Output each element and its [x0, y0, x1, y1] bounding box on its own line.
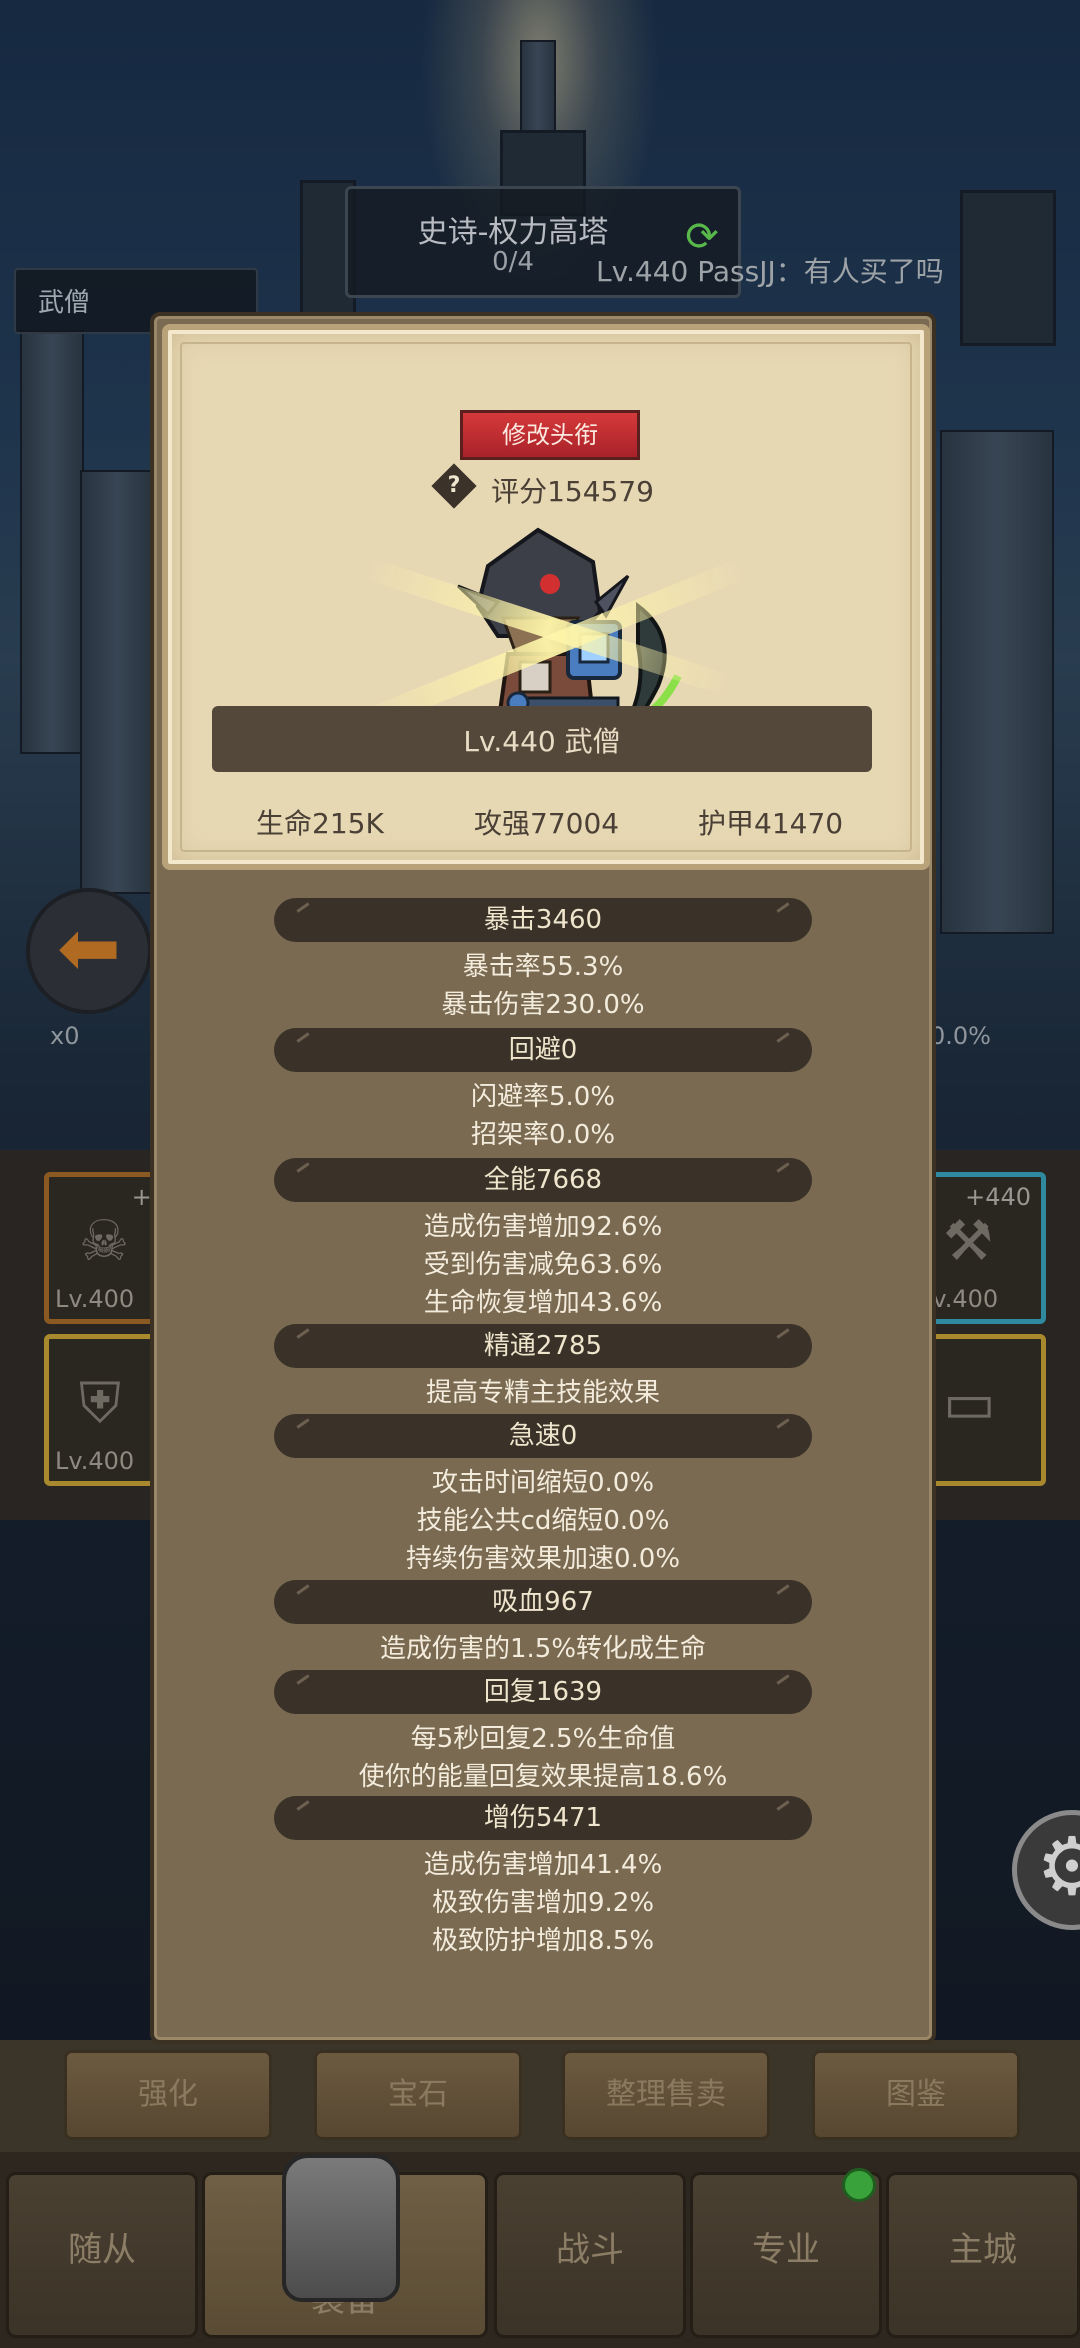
- stat-attack: 攻强77004: [474, 807, 620, 840]
- section-line: 招架率0.0%: [470, 1120, 616, 1150]
- section-line: 攻击时间缩短0.0%: [431, 1468, 655, 1498]
- section-regen-header: 回复1639: [274, 1670, 812, 1714]
- stat-hp: 生命215K: [256, 807, 384, 840]
- slot-plus: +440: [965, 1183, 1031, 1211]
- section-haste-header: 急速0: [274, 1414, 812, 1458]
- section-dodge-header: 回避0: [274, 1028, 812, 1072]
- section-damage-boost-header: 增伤5471: [274, 1796, 812, 1840]
- section-mastery-header: 精通2785: [274, 1324, 812, 1368]
- chest-armor-icon: [282, 2154, 400, 2302]
- section-line: 每5秒回复2.5%生命值: [410, 1724, 676, 1754]
- help-icon[interactable]: ?: [431, 463, 477, 509]
- section-line: 造成伤害的1.5%转化成生命: [379, 1634, 707, 1664]
- gem-button[interactable]: 宝石: [314, 2050, 522, 2140]
- section-versatility-header: 全能7668: [274, 1158, 812, 1202]
- notification-dot: [842, 2168, 876, 2202]
- back-arrow-icon[interactable]: ⬅: [26, 888, 152, 1014]
- section-line: 闪避率5.0%: [470, 1082, 616, 1112]
- section-line: 极致防护增加8.5%: [431, 1926, 655, 1956]
- dungeon-title: 史诗-权力高塔: [417, 215, 609, 250]
- enhance-button[interactable]: 强化: [64, 2050, 272, 2140]
- chat-message[interactable]: Lv.440 PassJJ：有人买了吗: [596, 250, 944, 290]
- score-text: 评分154579: [491, 475, 654, 508]
- codex-button[interactable]: 图鉴: [812, 2050, 1020, 2140]
- character-name-bar: Lv.440 武僧: [212, 706, 872, 772]
- section-lifesteal-header: 吸血967: [274, 1580, 812, 1624]
- slot-level: Lv.400: [55, 1447, 135, 1475]
- section-line: 受到伤害减免63.6%: [423, 1250, 663, 1280]
- helmet-icon: ☠: [79, 1209, 130, 1274]
- tab-battle[interactable]: 战斗: [494, 2172, 686, 2338]
- sort-sell-button[interactable]: 整理售卖: [562, 2050, 770, 2140]
- hero-tag-label: 武僧: [38, 288, 91, 318]
- tab-main-city[interactable]: 主城: [886, 2172, 1080, 2338]
- section-line: 持续伤害效果加速0.0%: [405, 1544, 681, 1574]
- xp-left-label: x0: [50, 1022, 80, 1050]
- section-line: 暴击率55.3%: [462, 952, 624, 982]
- slot-level: Lv.400: [55, 1285, 135, 1313]
- bracer-icon: ▭: [943, 1371, 996, 1436]
- character-name: Lv.440 武僧: [463, 725, 621, 758]
- section-crit-header: 暴击3460: [274, 898, 812, 942]
- stat-armor: 护甲41470: [698, 807, 844, 840]
- xp-right-label: 0.0%: [930, 1022, 991, 1050]
- section-line: 造成伤害增加92.6%: [423, 1212, 663, 1242]
- edit-title-button[interactable]: 修改头衔: [460, 410, 640, 460]
- score-row: ? 评分154579: [168, 463, 924, 516]
- hammer-icon: ⚒: [943, 1209, 994, 1274]
- character-stats-panel: 修改头衔 ? 评分154579 Lv.440 武僧 生命215K 攻强77004…: [150, 312, 936, 2044]
- tab-followers[interactable]: 随从: [6, 2172, 198, 2338]
- character-card: 修改头衔 ? 评分154579 Lv.440 武僧 生命215K 攻强77004…: [162, 324, 930, 870]
- section-line: 技能公共cd缩短0.0%: [416, 1506, 670, 1536]
- section-line: 使你的能量回复效果提高18.6%: [358, 1762, 728, 1792]
- section-line: 极致伤害增加9.2%: [431, 1888, 655, 1918]
- section-line: 造成伤害增加41.4%: [423, 1850, 663, 1880]
- section-line: 暴击伤害230.0%: [441, 990, 645, 1020]
- section-line: 生命恢复增加43.6%: [423, 1288, 663, 1318]
- section-line: 提高专精主技能效果: [425, 1378, 660, 1408]
- armor-icon: ⛨: [79, 1371, 121, 1436]
